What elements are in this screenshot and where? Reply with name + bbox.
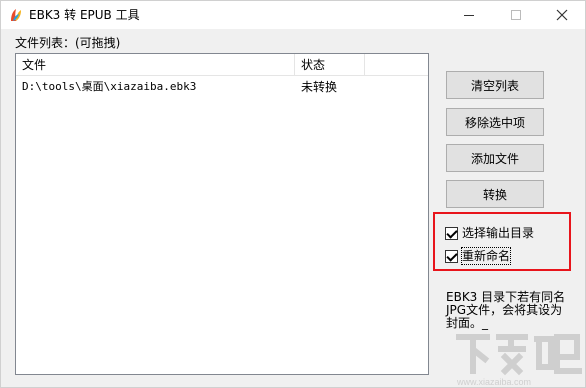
file-list-view[interactable]: 文件 状态 D:\tools\桌面\xiazaiba.ebk3 未转换	[15, 53, 429, 375]
column-header-status[interactable]: 状态	[295, 54, 365, 76]
app-window: EBK3 转 EPUB 工具 文件列表：(可拖拽) 文件 状态 D:\tools…	[0, 0, 586, 388]
rename-option[interactable]: 重新命名	[445, 247, 512, 265]
file-list-label: 文件列表：(可拖拽)	[15, 36, 121, 50]
table-row[interactable]: D:\tools\桌面\xiazaiba.ebk3 未转换	[16, 77, 428, 97]
file-path-cell: D:\tools\桌面\xiazaiba.ebk3	[22, 80, 197, 93]
column-header-file[interactable]: 文件	[16, 54, 295, 76]
close-button[interactable]	[539, 1, 585, 29]
title-bar[interactable]: EBK3 转 EPUB 工具	[1, 1, 585, 29]
select-output-dir-checkbox[interactable]	[445, 226, 458, 240]
rename-label: 重新命名	[460, 247, 512, 265]
remove-selected-button[interactable]: 移除选中项	[446, 108, 544, 136]
list-header: 文件 状态	[16, 54, 428, 76]
watermark-logo: www.xiazaiba.com	[456, 334, 582, 387]
select-output-dir-label: 选择输出目录	[462, 226, 535, 240]
window-title: EBK3 转 EPUB 工具	[29, 8, 140, 22]
convert-button[interactable]: 转换	[446, 180, 544, 208]
maximize-icon	[511, 10, 521, 20]
app-logo-icon	[11, 9, 21, 21]
clear-list-button[interactable]: 清空列表	[446, 71, 544, 99]
add-file-button[interactable]: 添加文件	[446, 144, 544, 172]
maximize-button[interactable]	[493, 1, 539, 29]
minimize-button[interactable]	[446, 1, 492, 29]
rename-checkbox[interactable]	[445, 249, 458, 263]
file-status-cell: 未转换	[301, 80, 338, 94]
cover-note: EBK3 目录下若有同名JPG文件，会将其设为封面。_	[446, 290, 566, 330]
minimize-icon	[464, 14, 474, 16]
svg-text:www.xiazaiba.com: www.xiazaiba.com	[456, 377, 531, 387]
close-icon	[556, 9, 568, 21]
select-output-dir-option[interactable]: 选择输出目录	[445, 224, 534, 242]
